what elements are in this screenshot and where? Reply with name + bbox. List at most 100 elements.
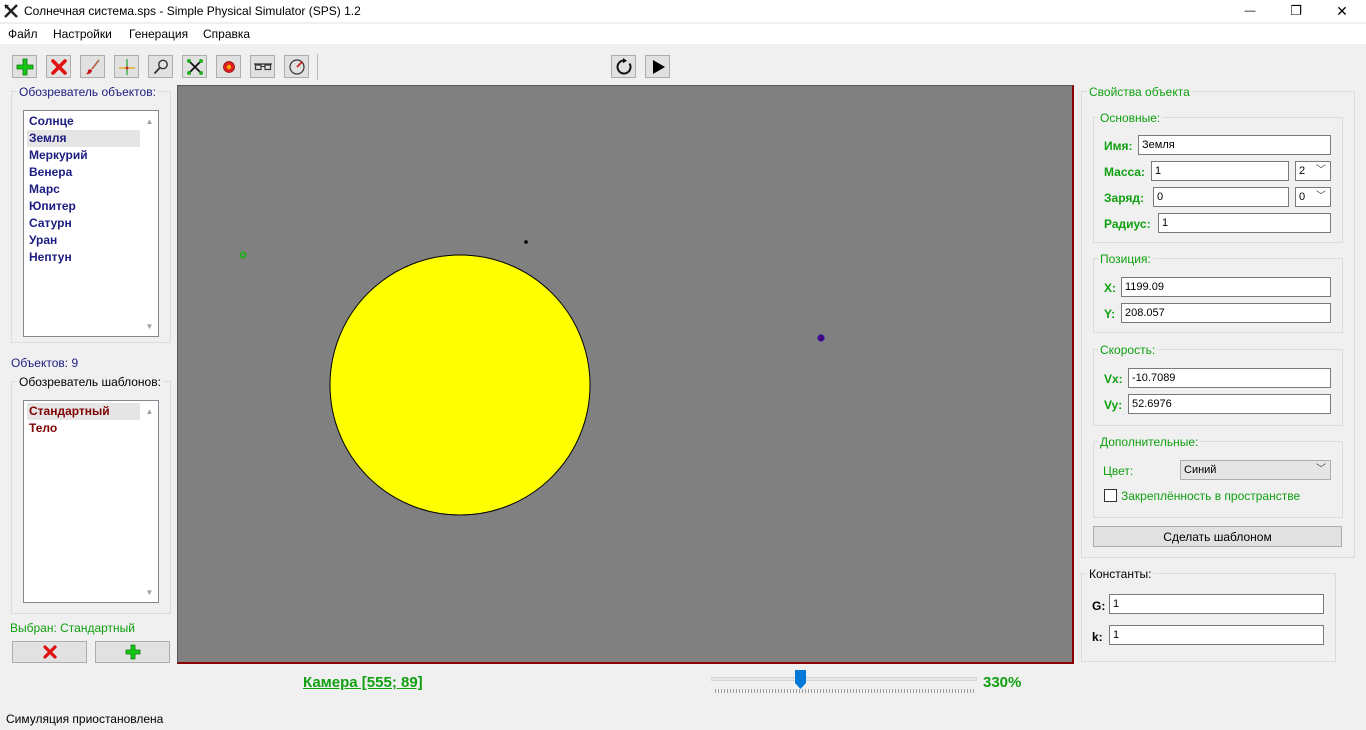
vy-input[interactable]: 52.6976 [1128,394,1331,414]
object-browser-title: Обозреватель объектов: [17,85,158,99]
radius-label: Радиус: [1104,217,1151,231]
camera-label[interactable]: Камера [555; 89] [303,674,423,691]
color-label: Цвет: [1103,464,1134,478]
menu-settings[interactable]: Настройки [53,27,112,41]
collision-tool-button[interactable] [182,55,207,78]
body-indigo[interactable] [817,334,825,342]
record-tool-button[interactable] [216,55,241,78]
maximize-button[interactable]: ❐ [1273,0,1319,22]
sun-body[interactable] [329,254,591,516]
vx-label: Vx: [1104,372,1123,386]
simulation-scene [239,240,825,516]
zoom-slider-thumb[interactable] [795,670,806,689]
zoom-slider-ticks [715,689,974,693]
list-item[interactable]: Солнце [27,113,140,130]
axes-tool-button[interactable] [114,55,139,78]
k-input[interactable]: 1 [1109,625,1324,645]
y-label: Y: [1104,307,1116,321]
crosshair-icon [118,58,135,75]
position-title: Позиция: [1098,252,1153,266]
list-item[interactable]: Тело [27,420,140,437]
list-item[interactable]: Уран [27,232,140,249]
charge-exponent-select[interactable]: 0 ﹀ [1295,187,1331,207]
add-template-button[interactable] [95,641,170,663]
close-icon: ✕ [1336,2,1348,19]
list-item[interactable]: Земля [27,130,140,147]
menu-generation[interactable]: Генерация [129,27,188,41]
play-button[interactable] [645,55,670,78]
close-button[interactable]: ✕ [1319,0,1365,22]
vy-label: Vy: [1104,398,1123,412]
g-label: G: [1092,599,1106,613]
list-item[interactable]: Нептун [27,249,140,266]
g-input[interactable]: 1 [1109,594,1324,614]
name-label: Имя: [1104,139,1133,153]
add-object-button[interactable] [12,55,37,78]
zoom-slider-track [711,677,977,681]
make-template-button[interactable]: Сделать шаблоном [1093,526,1342,547]
velocity-title: Скорость: [1098,343,1158,357]
menu-help[interactable]: Справка [203,27,250,41]
simulation-canvas[interactable] [177,85,1074,664]
mass-input[interactable]: 1 [1151,161,1289,181]
compass-icon [288,58,305,75]
mass-exponent-value: 2 [1299,165,1306,177]
mass-exponent-select[interactable]: 2 ﹀ [1295,161,1331,181]
object-list-scrollbar[interactable]: ▲ ▼ [142,112,157,335]
color-select[interactable]: Синий ﹀ [1180,460,1331,480]
fixed-checkbox-label[interactable]: Закреплённость в пространстве [1121,489,1300,503]
list-item[interactable]: Юпитер [27,198,140,215]
list-item[interactable]: Стандартный [27,403,140,420]
play-icon [652,59,665,74]
charge-exponent-value: 0 [1299,191,1306,203]
template-list-scrollbar[interactable]: ▲ ▼ [142,402,157,601]
delete-object-button[interactable] [46,55,71,78]
y-input[interactable]: 208.057 [1121,303,1331,323]
zoom-tool-button[interactable] [148,55,173,78]
constants-title: Константы: [1087,567,1154,581]
x-input[interactable]: 1199.09 [1121,277,1331,297]
delete-icon [42,645,57,659]
body-green[interactable] [239,251,247,259]
template-browser-title: Обозреватель шаблонов: [17,375,163,389]
add-icon [16,58,33,75]
vx-input[interactable]: -10.7089 [1128,368,1331,388]
object-list[interactable]: Солнце Земля Меркурий Венера Марс Юпитер Сатур… [23,110,159,337]
list-item[interactable]: Сатурн [27,215,140,232]
k-label: k: [1092,630,1103,644]
zoom-slider[interactable] [711,670,977,696]
scroll-up-icon[interactable]: ▲ [142,404,157,418]
selected-template-label: Выбран: Стандартный [10,621,136,635]
radius-input[interactable]: 1 [1158,213,1331,233]
list-item[interactable]: Меркурий [27,147,140,164]
chevron-down-icon: ﹀ [1316,464,1326,475]
list-item[interactable]: Венера [27,164,140,181]
scroll-up-icon[interactable]: ▲ [142,114,157,128]
chevron-down-icon: ﹀ [1316,165,1326,176]
view-tool-button[interactable] [250,55,275,78]
toolbar-separator [317,54,318,80]
glasses-icon [253,62,272,70]
delete-icon [50,58,67,75]
status-text: Симуляция приостановлена [6,712,164,726]
scroll-down-icon[interactable]: ▼ [142,585,157,599]
charge-label: Заряд: [1104,191,1144,205]
list-item[interactable]: Марс [27,181,140,198]
menu-file[interactable]: Файл [8,27,38,41]
fixed-checkbox[interactable] [1104,489,1117,502]
compass-tool-button[interactable] [284,55,309,78]
template-list[interactable]: Стандартный Тело ▲ ▼ [23,400,159,603]
body-black[interactable] [524,240,528,244]
x-label: X: [1104,281,1116,295]
extra-title: Дополнительные: [1098,435,1201,449]
name-input[interactable]: Земля [1138,135,1331,155]
charge-input[interactable]: 0 [1153,187,1289,207]
scroll-down-icon[interactable]: ▼ [142,319,157,333]
brush-tool-button[interactable] [80,55,105,78]
app-icon [4,4,18,18]
scissors-x-icon [186,58,203,75]
delete-template-button[interactable] [12,641,87,663]
mass-label: Масса: [1104,165,1145,179]
reset-button[interactable] [611,55,636,78]
minimize-button[interactable]: — [1227,0,1273,22]
